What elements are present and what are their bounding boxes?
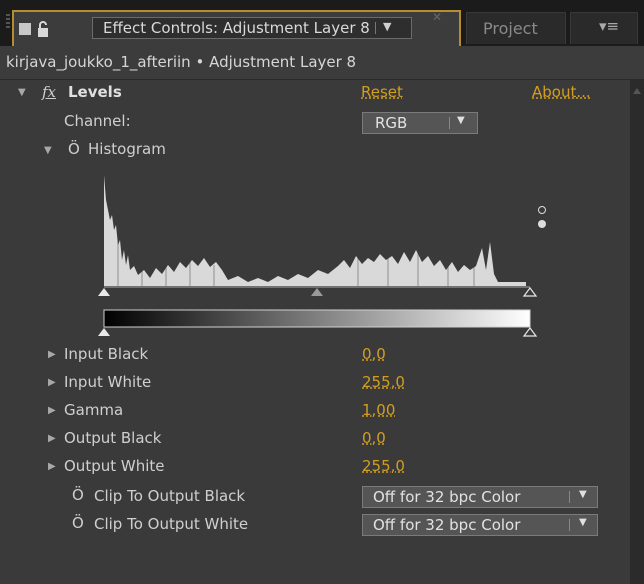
breadcrumb: kirjava_joukko_1_afteriin • Adjustment L… [0,46,644,80]
param-value[interactable]: 255,0 [362,373,405,391]
expand-triangle-icon[interactable]: ▶ [48,405,56,416]
panel-square-icon [19,23,31,35]
param-label: Gamma [64,401,124,419]
tab-project-label: Project [483,19,538,38]
channel-select[interactable]: RGB ▼ [362,112,478,134]
param-value[interactable]: 0,0 [362,345,386,363]
channel-value: RGB [375,114,408,132]
expand-triangle-icon[interactable]: ▶ [48,377,56,388]
divider [375,22,376,34]
panel-menu-button[interactable]: ▾≡ [570,12,638,44]
param-label: Output Black [64,429,162,447]
clip-value: Off for 32 bpc Color [373,488,521,506]
histogram-graph[interactable] [98,170,548,330]
expand-triangle-icon[interactable]: ▶ [48,433,56,444]
close-icon[interactable]: ✕ [432,10,442,24]
dropdown-arrow-icon: ▼ [579,489,587,500]
stopwatch-icon[interactable]: Ö [72,514,84,532]
channel-label: Channel: [64,112,131,130]
clip-output-black-select[interactable]: Off for 32 bpc Color ▼ [362,486,598,508]
param-value[interactable]: 255,0 [362,457,405,475]
param-row-gamma: ▶ Gamma 1,00 [0,398,630,426]
breadcrumb-text: kirjava_joukko_1_afteriin • Adjustment L… [6,53,357,71]
param-label: Input Black [64,345,149,363]
effect-controls-title[interactable]: Effect Controls: Adjustment Layer 8 ▼ [92,17,412,39]
expand-triangle-icon[interactable]: ▶ [48,349,56,360]
dropdown-arrow-icon[interactable]: ▼ [383,20,391,33]
clip-output-white-select[interactable]: Off for 32 bpc Color ▼ [362,514,598,536]
expand-triangle-icon[interactable]: ▶ [48,461,56,472]
channel-row: Channel: RGB ▼ [0,108,630,136]
divider [569,491,570,503]
panel-menu-icon: ▾≡ [599,17,620,35]
about-link[interactable]: About... [532,83,591,101]
param-row-output-white: ▶ Output White 255,0 [0,454,630,482]
lock-icon[interactable] [36,20,50,38]
panel-tab-bar: Effect Controls: Adjustment Layer 8 ▼ ✕ … [0,0,644,46]
tab-effect-controls[interactable]: Effect Controls: Adjustment Layer 8 ▼ [12,10,461,46]
fx-icon[interactable]: fx [42,83,56,101]
param-row-input-white: ▶ Input White 255,0 [0,370,630,398]
effect-name: Levels [68,83,122,101]
divider [449,117,450,129]
stopwatch-icon[interactable]: Ö [72,486,84,504]
clip-value: Off for 32 bpc Color [373,516,521,534]
collapse-triangle-icon[interactable]: ▼ [44,145,52,156]
panel-grip-icon[interactable] [6,14,10,30]
collapse-triangle-icon[interactable]: ▼ [18,87,26,98]
histogram-label: Histogram [88,140,166,158]
divider [569,519,570,531]
param-label: Input White [64,373,152,391]
effect-controls-content: ▼ fx Levels Reset About... Channel: RGB … [0,80,630,584]
param-value[interactable]: 1,00 [362,401,395,419]
clip-output-white-row: Ö Clip To Output White Off for 32 bpc Co… [0,512,630,540]
clip-output-black-row: Ö Clip To Output Black Off for 32 bpc Co… [0,484,630,512]
param-label: Output White [64,457,165,475]
param-value[interactable]: 0,0 [362,429,386,447]
dropdown-arrow-icon: ▼ [579,517,587,528]
stopwatch-icon[interactable]: Ö [68,140,80,158]
clip-label: Clip To Output White [94,515,249,533]
effect-controls-title-text: Effect Controls: Adjustment Layer 8 [103,19,370,37]
vertical-scrollbar[interactable] [630,80,644,584]
tab-project[interactable]: Project [466,12,566,44]
dropdown-arrow-icon: ▼ [457,115,465,126]
clip-label: Clip To Output Black [94,487,246,505]
effect-header-row: ▼ fx Levels Reset About... [0,80,630,108]
reset-link[interactable]: Reset [361,83,403,101]
scroll-up-arrow-icon[interactable] [633,88,641,94]
output-markers[interactable] [98,326,548,340]
param-row-input-black: ▶ Input Black 0,0 [0,342,630,370]
histogram-row: ▼ Ö Histogram [0,136,630,164]
param-row-output-black: ▶ Output Black 0,0 [0,426,630,454]
histogram-view-toggle-icon[interactable] [538,220,546,228]
histogram-view-toggle-icon[interactable] [538,206,546,214]
